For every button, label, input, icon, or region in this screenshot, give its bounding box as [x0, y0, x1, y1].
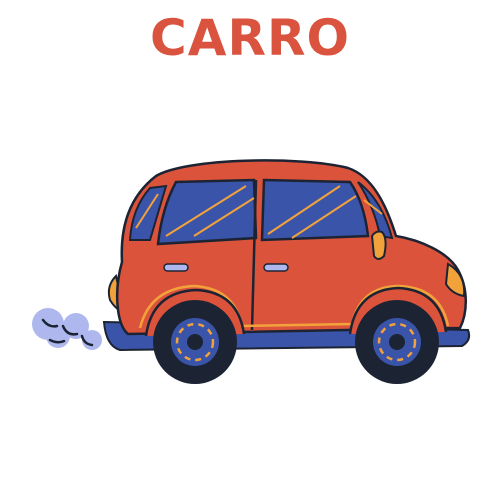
door-handle — [263, 263, 289, 272]
front-window — [260, 178, 370, 242]
front-wheel — [355, 300, 439, 384]
door-handle — [163, 263, 189, 272]
car-illustration — [32, 159, 471, 384]
exhaust-smoke-icon — [32, 308, 102, 350]
side-mirror — [370, 230, 387, 260]
rear-wheel — [153, 300, 237, 384]
